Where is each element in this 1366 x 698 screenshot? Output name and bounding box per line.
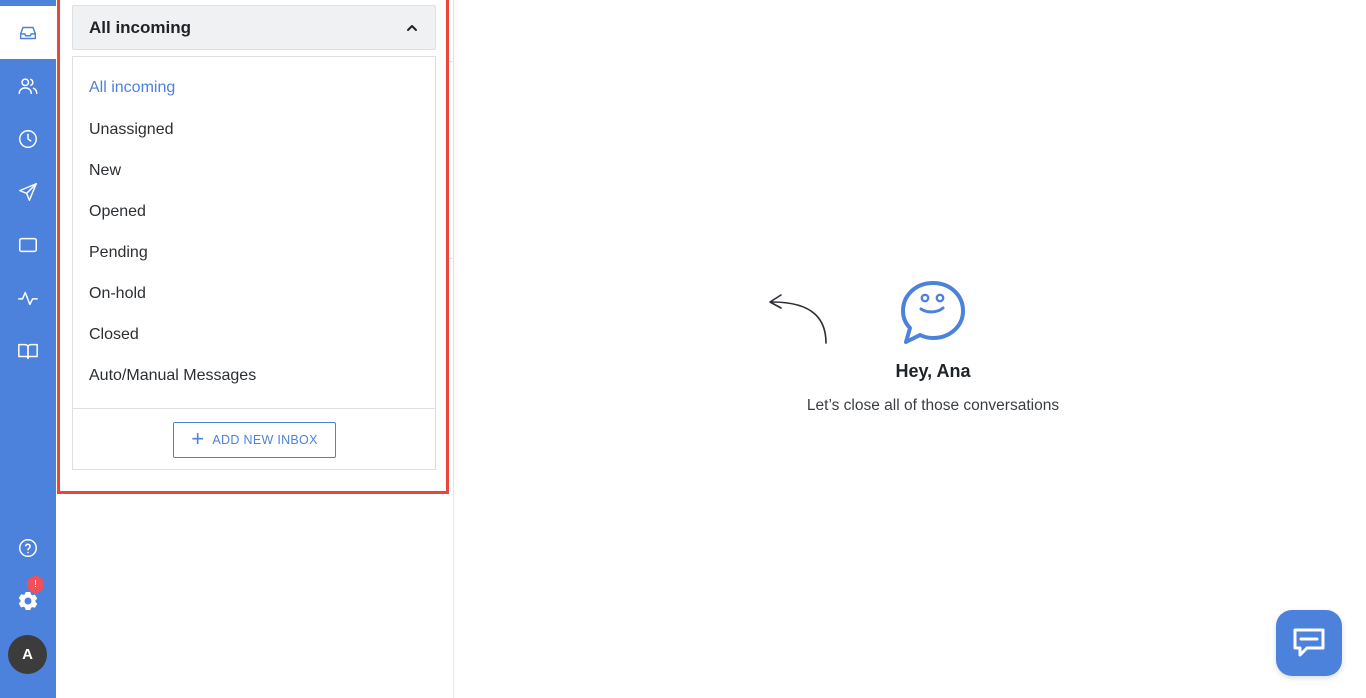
rail-campaigns[interactable] bbox=[0, 165, 56, 218]
activity-icon bbox=[18, 291, 38, 305]
inbox-options-list: All incoming Unassigned New Opened Pendi… bbox=[73, 57, 435, 409]
add-new-inbox-button[interactable]: + ADD NEW INBOX bbox=[173, 422, 336, 458]
chat-widget-button[interactable] bbox=[1276, 610, 1342, 676]
rail-history[interactable] bbox=[0, 112, 56, 165]
notification-badge: ! bbox=[27, 576, 44, 593]
chat-bubble-icon bbox=[1293, 628, 1325, 657]
clock-icon bbox=[19, 129, 37, 148]
contacts-icon bbox=[18, 77, 38, 94]
user-avatar[interactable]: A bbox=[8, 635, 47, 674]
inbox-icon bbox=[19, 26, 37, 39]
inbox-dropdown-selected: All incoming bbox=[89, 17, 191, 37]
inbox-option-on-hold[interactable]: On-hold bbox=[89, 280, 146, 308]
inbox-option-auto-manual-messages[interactable]: Auto/Manual Messages bbox=[89, 362, 256, 390]
window-icon bbox=[19, 237, 37, 252]
rail-knowledge-base[interactable] bbox=[0, 324, 56, 377]
chevron-up-icon bbox=[407, 24, 417, 31]
rail-help[interactable] bbox=[0, 521, 56, 574]
help-icon bbox=[19, 538, 37, 557]
rail-reports[interactable] bbox=[0, 271, 56, 324]
greeting-message: Let’s close all of those conversations bbox=[806, 397, 1060, 414]
inbox-option-new[interactable]: New bbox=[89, 157, 121, 185]
smiley-chat-icon bbox=[901, 281, 965, 344]
send-icon bbox=[19, 182, 37, 201]
inbox-option-closed[interactable]: Closed bbox=[89, 321, 139, 349]
curved-arrow-icon bbox=[769, 294, 827, 344]
rail-contacts[interactable] bbox=[0, 59, 56, 112]
inbox-option-pending[interactable]: Pending bbox=[89, 239, 148, 267]
inbox-option-all-incoming[interactable]: All incoming bbox=[89, 74, 175, 102]
inbox-dropdown-menu: All incoming Unassigned New Opened Pendi… bbox=[72, 56, 436, 470]
add-new-inbox-label: ADD NEW INBOX bbox=[212, 433, 318, 447]
inbox-option-unassigned[interactable]: Unassigned bbox=[89, 116, 174, 144]
greeting-heading: Hey, Ana bbox=[895, 361, 971, 381]
rail-inbox[interactable] bbox=[0, 6, 56, 59]
sidebar-rail: ! A bbox=[0, 0, 56, 698]
plus-icon: + bbox=[191, 426, 205, 451]
rail-widget[interactable] bbox=[0, 218, 56, 271]
book-icon bbox=[18, 343, 38, 359]
conversation-empty-state: Hey, Ana Let’s close all of those conver… bbox=[454, 0, 1366, 698]
rail-settings[interactable]: ! bbox=[0, 574, 56, 627]
inbox-dropdown-toggle[interactable]: All incoming bbox=[72, 5, 436, 50]
inbox-option-opened[interactable]: Opened bbox=[89, 198, 146, 226]
